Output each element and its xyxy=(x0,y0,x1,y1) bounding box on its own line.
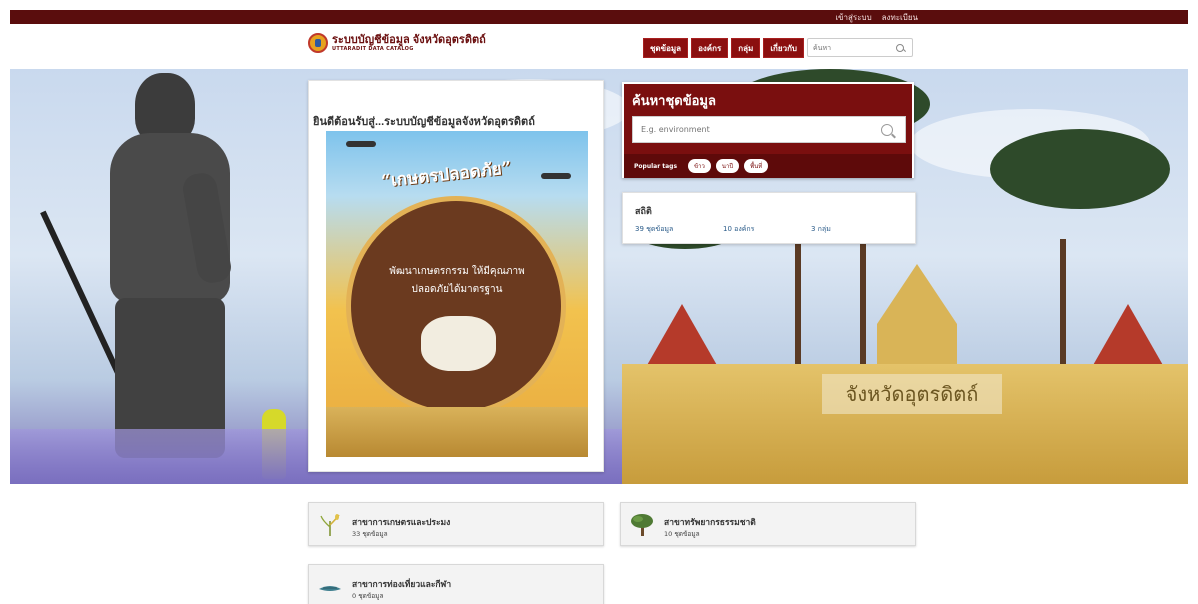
pine-tree-image xyxy=(990,129,1170,209)
category-count: 33 ชุดข้อมูล xyxy=(352,530,388,538)
drone-icon xyxy=(541,173,571,179)
stat-groups[interactable]: 3 กลุ่ม xyxy=(811,224,831,235)
category-title: สาขาทรัพยากรธรรมชาติ xyxy=(664,517,756,527)
nav-organizations[interactable]: องค์กร xyxy=(691,38,729,58)
site-logo[interactable]: ระบบบัญชีข้อมูล จังหวัดอุตรดิตถ์ UTTARAD… xyxy=(308,33,486,53)
rice-plant-icon xyxy=(320,514,340,536)
welcome-title: ยินดีต้อนรับสู่...ระบบบัญชีข้อมูลจังหวัด… xyxy=(313,116,535,128)
search-panel-title: ค้นหาชุดข้อมูล xyxy=(632,93,716,108)
stat-datasets[interactable]: 39 ชุดข้อมูล xyxy=(635,224,673,235)
stats-title: สถิติ xyxy=(635,206,652,216)
tag-napi[interactable]: นาปี xyxy=(715,159,740,173)
category-card-natural-resources[interactable]: สาขาทรัพยากรธรรมชาติ 10 ชุดข้อมูล xyxy=(620,502,916,546)
popular-tags-label: Popular tags xyxy=(634,162,678,170)
nav-datasets[interactable]: ชุดข้อมูล xyxy=(643,38,689,58)
header-search xyxy=(807,38,913,57)
category-card-agriculture[interactable]: สาขาการเกษตรและประมง 33 ชุดข้อมูล xyxy=(308,502,604,546)
nav-groups[interactable]: กลุ่ม xyxy=(731,38,761,58)
category-card-tourism[interactable]: สาขาการท่องเที่ยวและกีฬา 0 ชุดข้อมูล xyxy=(308,564,604,604)
logo-title: ระบบบัญชีข้อมูล จังหวัดอุตรดิตถ์ xyxy=(332,34,486,46)
dataset-search-box xyxy=(632,116,906,143)
popular-tags-row: Popular tags ข้าว นาปี พื้นที่ xyxy=(624,154,912,178)
stats-panel: สถิติ 39 ชุดข้อมูล 10 องค์กร 3 กลุ่ม xyxy=(622,192,916,244)
promo-circle xyxy=(346,196,566,416)
welcome-card: ยินดีต้อนรับสู่...ระบบบัญชีข้อมูลจังหวัด… xyxy=(308,80,604,472)
rice-field-image xyxy=(326,407,588,457)
header-search-input[interactable] xyxy=(808,39,892,56)
province-seal-icon xyxy=(308,33,328,53)
search-icon[interactable] xyxy=(896,43,904,52)
promo-slogan-line1: พัฒนาเกษตรกรรม ให้มีคุณภาพ xyxy=(389,266,525,277)
dataset-search-input[interactable] xyxy=(633,117,881,142)
main-nav: ชุดข้อมูล องค์กร กลุ่ม เกี่ยวกับ xyxy=(643,38,804,58)
rice-grains-image xyxy=(421,316,496,371)
logo-subtitle: UTTARADIT DATA CATALOG xyxy=(332,46,414,52)
promo-headline: “เกษตรปลอดภัย” xyxy=(380,158,513,192)
search-icon[interactable] xyxy=(881,123,893,136)
category-title: สาขาการท่องเที่ยวและกีฬา xyxy=(352,579,452,589)
tag-rice[interactable]: ข้าว xyxy=(688,159,711,173)
gate-sign: จังหวัดอุตรดิตถ์ xyxy=(822,374,1002,414)
hero-statue-image xyxy=(40,73,250,458)
login-link[interactable]: เข้าสู่ระบบ xyxy=(835,11,871,24)
tag-area[interactable]: พื้นที่ xyxy=(744,159,769,173)
tree-icon xyxy=(631,514,653,536)
promo-slogan-line2: ปลอดภัยได้มาตรฐาน xyxy=(411,284,503,295)
category-count: 10 ชุดข้อมูล xyxy=(664,530,700,538)
nav-about[interactable]: เกี่ยวกับ xyxy=(763,38,804,58)
drone-icon xyxy=(346,141,376,147)
promo-banner-image[interactable]: “เกษตรปลอดภัย” พัฒนาเกษตรกรรม ให้มีคุณภา… xyxy=(326,131,588,457)
register-link[interactable]: ลงทะเบียน xyxy=(882,11,918,24)
account-bar: เข้าสู่ระบบ ลงทะเบียน xyxy=(10,10,1188,24)
stat-organizations[interactable]: 10 องค์กร xyxy=(723,224,754,235)
site-header: ระบบบัญชีข้อมูล จังหวัดอุตรดิตถ์ UTTARAD… xyxy=(0,24,1198,69)
travel-icon xyxy=(319,586,341,591)
dataset-search-panel: ค้นหาชุดข้อมูล Popular tags ข้าว นาปี พื… xyxy=(622,82,914,178)
category-count: 0 ชุดข้อมูล xyxy=(352,592,384,600)
category-title: สาขาการเกษตรและประมง xyxy=(352,517,451,527)
province-gate-image: จังหวัดอุตรดิตถ์ xyxy=(622,264,1188,484)
